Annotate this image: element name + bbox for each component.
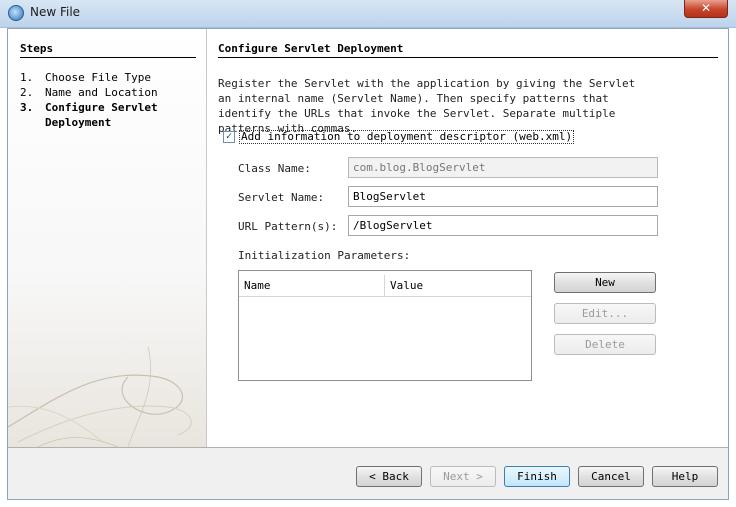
init-params-table[interactable]: Name Value	[238, 270, 532, 381]
dialog-frame: Steps 1. Choose File Type 2. Name and Lo…	[7, 28, 729, 500]
steps-list: 1. Choose File Type 2. Name and Location…	[20, 70, 195, 130]
add-descriptor-checkbox[interactable]: ✓	[223, 131, 235, 143]
steps-title: Steps	[20, 42, 54, 55]
add-descriptor-option[interactable]: ✓ Add information to deployment descript…	[223, 130, 575, 144]
servlet-name-label: Servlet Name:	[238, 191, 325, 204]
step-item: 1. Choose File Type	[20, 70, 195, 85]
close-button[interactable]: ✕	[684, 0, 728, 18]
step-number: 3.	[20, 101, 34, 114]
panel-divider	[206, 29, 207, 447]
column-header-value[interactable]: Value	[385, 275, 531, 296]
next-button[interactable]: Next >	[430, 466, 496, 487]
url-pattern-label: URL Pattern(s):	[238, 220, 338, 233]
servlet-name-input[interactable]: BlogServlet	[348, 186, 658, 207]
add-descriptor-label[interactable]: Add information to deployment descriptor…	[239, 130, 575, 144]
step-number: 1.	[20, 71, 34, 84]
back-button[interactable]: < Back	[356, 466, 422, 487]
step-item-current: 3. Configure Servlet Deployment	[20, 100, 195, 130]
step-label: Choose File Type	[45, 71, 151, 84]
step-label: Name and Location	[45, 86, 158, 99]
netbeans-app-icon	[8, 5, 24, 21]
steps-divider	[20, 57, 196, 58]
panel-title-divider	[218, 57, 718, 58]
new-param-button[interactable]: New	[554, 272, 656, 293]
steps-panel: Steps 1. Choose File Type 2. Name and Lo…	[8, 29, 206, 447]
table-header: Name Value	[239, 275, 531, 297]
finish-button[interactable]: Finish	[504, 466, 570, 487]
step-number: 2.	[20, 86, 34, 99]
panel-description: Register the Servlet with the applicatio…	[218, 77, 636, 135]
url-pattern-input[interactable]: /BlogServlet	[348, 215, 658, 236]
help-button[interactable]: Help	[652, 466, 718, 487]
column-header-name[interactable]: Name	[239, 275, 385, 296]
step-label: Configure Servlet Deployment	[45, 101, 158, 129]
class-name-label: Class Name:	[238, 162, 311, 175]
step-item: 2. Name and Location	[20, 85, 195, 100]
window-title: New File	[30, 5, 81, 19]
title-bar: New File ✕	[0, 0, 736, 28]
init-params-label: Initialization Parameters:	[238, 249, 411, 262]
delete-param-button[interactable]: Delete	[554, 334, 656, 355]
class-name-field: com.blog.BlogServlet	[348, 157, 658, 178]
panel-title: Configure Servlet Deployment	[218, 42, 404, 55]
decorative-swirl-graphic	[8, 346, 192, 447]
cancel-button[interactable]: Cancel	[578, 466, 644, 487]
footer-bar: < Back Next > Finish Cancel Help	[8, 448, 728, 499]
edit-param-button[interactable]: Edit...	[554, 303, 656, 324]
